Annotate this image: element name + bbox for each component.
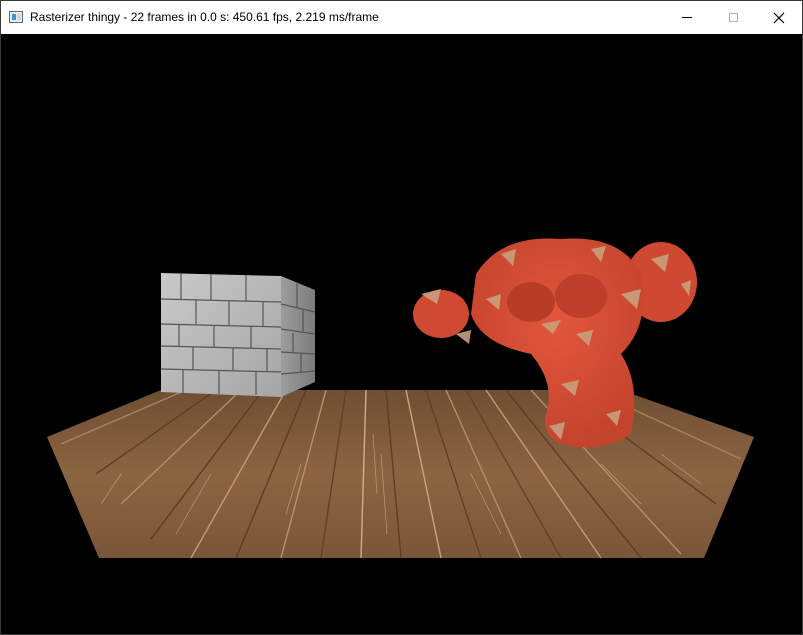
close-button[interactable] [756,1,802,34]
minimize-icon [682,17,692,18]
maximize-button[interactable] [710,1,756,34]
app-window-icon[interactable] [9,11,23,23]
close-icon [773,12,785,23]
maximize-icon [728,13,738,22]
render-viewport[interactable] [1,34,802,634]
title-bar[interactable]: Rasterizer thingy - 22 frames in 0.0 s: … [1,1,802,34]
stone-cube [160,273,316,397]
minimize-button[interactable] [664,1,710,34]
wooden-floor [47,389,754,559]
rendered-scene [47,238,754,559]
app-window: Rasterizer thingy - 22 frames in 0.0 s: … [0,0,803,635]
window-title: Rasterizer thingy - 22 frames in 0.0 s: … [30,10,379,24]
